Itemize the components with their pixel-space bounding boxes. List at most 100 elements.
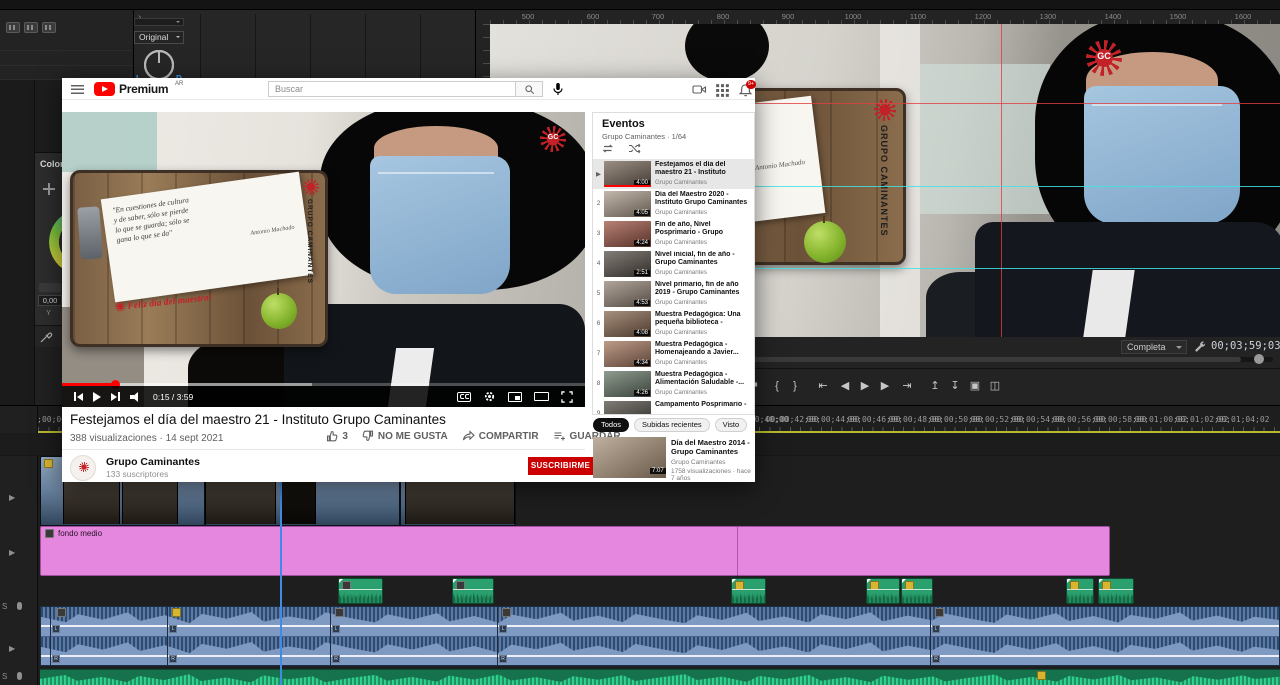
workspace-icon-2[interactable] — [24, 22, 38, 33]
title-clip[interactable]: fondo medio — [40, 526, 1110, 576]
comparison-view-button[interactable]: ◫ — [990, 379, 1000, 393]
loop-icon[interactable] — [601, 143, 614, 154]
eyedropper-row[interactable] — [35, 325, 62, 347]
volume-band[interactable] — [902, 589, 932, 590]
fx-badge[interactable] — [335, 608, 344, 617]
audio-clip-green[interactable] — [1066, 578, 1094, 604]
subtitles-icon[interactable] — [457, 392, 471, 402]
search-button[interactable] — [515, 81, 543, 97]
fullscreen-icon[interactable] — [561, 391, 573, 403]
playlist-item[interactable]: 7 4:34 Muestra Pedagógica - Homenajeando… — [593, 339, 754, 369]
filter-chip[interactable]: Subidas recientes — [634, 418, 710, 432]
playlist-item[interactable]: ▶ 4:00 Festejamos el día del maestro 21 … — [593, 159, 754, 189]
fx-badge[interactable] — [172, 608, 181, 617]
step-back-button[interactable]: ◀ — [841, 379, 849, 393]
play-button[interactable] — [93, 392, 101, 402]
playlist-item[interactable]: 3 4:24 Fin de año, Nivel Posprimario - G… — [593, 219, 754, 249]
search-input[interactable] — [268, 81, 515, 97]
lift-button[interactable]: ↥ — [930, 379, 939, 393]
audio-clip-green[interactable] — [338, 578, 383, 604]
mark-in-button[interactable]: { — [775, 379, 779, 393]
export-frame-button[interactable]: ▣ — [970, 379, 980, 393]
like-button[interactable]: 3 — [326, 430, 348, 442]
audio-clip-green[interactable] — [731, 578, 766, 604]
youtube-logo-text[interactable]: Premium — [119, 82, 168, 96]
volume-band[interactable] — [41, 655, 1279, 657]
playlist-item[interactable]: 8 4:26 Muestra Pedagógica - Alimentación… — [593, 369, 754, 399]
miniplayer-icon[interactable] — [508, 392, 522, 402]
filter-chip[interactable]: Todos — [593, 418, 629, 432]
color-slider[interactable] — [39, 283, 61, 292]
channel-effect-dropdown[interactable] — [134, 18, 184, 26]
mark-out-button[interactable]: } — [793, 379, 797, 393]
voice-search-icon[interactable] — [551, 82, 565, 96]
color-panel-tab[interactable]: Color — [40, 159, 62, 169]
playlist-item[interactable]: 2 4:05 Día del Maestro 2020 - Instituto … — [593, 189, 754, 219]
channel-preset-dropdown[interactable]: Original — [134, 31, 184, 44]
volume-band[interactable] — [1067, 589, 1093, 590]
theater-mode-icon[interactable] — [534, 392, 549, 401]
menu-icon[interactable] — [71, 85, 84, 94]
audio-clip-green[interactable] — [866, 578, 900, 604]
subscribe-button[interactable]: SUSCRIBIRME — [528, 457, 593, 475]
filter-chip[interactable]: Visto — [715, 418, 748, 432]
workspace-icon-1[interactable] — [6, 22, 20, 33]
recommended-video[interactable]: 7:07 Día del Maestro 2014 - Grupo Camina… — [593, 437, 755, 482]
color-value-field[interactable]: 0,00 — [38, 295, 62, 306]
playlist-item[interactable]: 6 4:08 Muestra Pedagógica: Una pequeña b… — [593, 309, 754, 339]
audio-clip-green[interactable] — [452, 578, 494, 604]
audio-clip-green[interactable] — [1098, 578, 1134, 604]
apps-grid-icon[interactable] — [715, 83, 730, 96]
ruler-label: 1300 — [1040, 12, 1057, 21]
share-button[interactable]: COMPARTIR — [462, 430, 539, 442]
extract-button[interactable]: ↧ — [950, 379, 959, 393]
channel-avatar[interactable] — [70, 455, 96, 481]
fx-badge[interactable] — [57, 608, 66, 617]
volume-band[interactable] — [339, 589, 382, 590]
color-picker-crosshair-icon[interactable] — [43, 183, 55, 195]
volume-band[interactable] — [867, 589, 899, 590]
duration-badge: 4:24 — [634, 240, 650, 246]
video-player[interactable]: "En cuestiones de cultura y de saber, só… — [62, 112, 585, 407]
audio-clip-green[interactable] — [901, 578, 933, 604]
channel-name[interactable]: Grupo Caminantes — [106, 456, 200, 468]
go-to-out-button[interactable]: ⇥ — [902, 379, 911, 393]
gc-logo — [303, 179, 319, 195]
dislike-button[interactable]: NO ME GUSTA — [362, 430, 448, 442]
clip-cut — [737, 527, 738, 577]
playlist-item[interactable]: 9 Campamento Posprimario - — [593, 399, 754, 415]
create-video-icon[interactable] — [692, 83, 707, 96]
next-button[interactable] — [111, 392, 120, 401]
monitor-settings-icon[interactable] — [1193, 340, 1206, 353]
video-content: "En cuestiones de cultura y de saber, só… — [62, 112, 585, 407]
play-button[interactable]: ▶ — [861, 379, 869, 393]
fx-badge[interactable] — [502, 608, 511, 617]
youtube-logo-icon[interactable] — [94, 82, 115, 96]
step-forward-button[interactable]: ▶ — [881, 379, 889, 393]
clip-cut — [50, 606, 51, 666]
volume-band[interactable] — [1099, 589, 1133, 590]
settings-gear-icon[interactable] — [483, 390, 496, 403]
guide-red-vertical[interactable] — [1001, 24, 1002, 337]
audio-clip-stereo[interactable] — [40, 606, 1280, 666]
volume-band[interactable] — [41, 625, 1279, 627]
fx-badge[interactable] — [935, 608, 944, 617]
volume-icon[interactable] — [130, 392, 143, 402]
workspace-icon-3[interactable] — [42, 22, 56, 33]
playlist-item[interactable]: 5 4:53 Nivel primario, fin de año 2019 -… — [593, 279, 754, 309]
volume-band[interactable] — [732, 589, 765, 590]
fx-badge[interactable] — [44, 459, 53, 468]
go-to-in-button[interactable]: ⇤ — [818, 379, 827, 393]
color-wheel[interactable] — [49, 209, 62, 275]
playlist-item[interactable]: 4 2:51 Nivel inicial, fin de año - Grupo… — [593, 249, 754, 279]
volume-band[interactable] — [453, 589, 493, 590]
previous-button[interactable] — [74, 392, 83, 401]
monitor-zoom-select[interactable]: Completa — [1121, 340, 1187, 354]
audio-clip-music[interactable] — [40, 669, 1280, 685]
fx-badge[interactable] — [1037, 671, 1046, 680]
item-title: Fin de año, Nivel Posprimario - Grupo Ca… — [655, 221, 751, 238]
shuffle-icon[interactable] — [628, 143, 641, 154]
channel-right-badge: R — [332, 655, 340, 663]
pan-knob[interactable] — [144, 50, 174, 80]
fx-badge[interactable] — [45, 529, 54, 538]
